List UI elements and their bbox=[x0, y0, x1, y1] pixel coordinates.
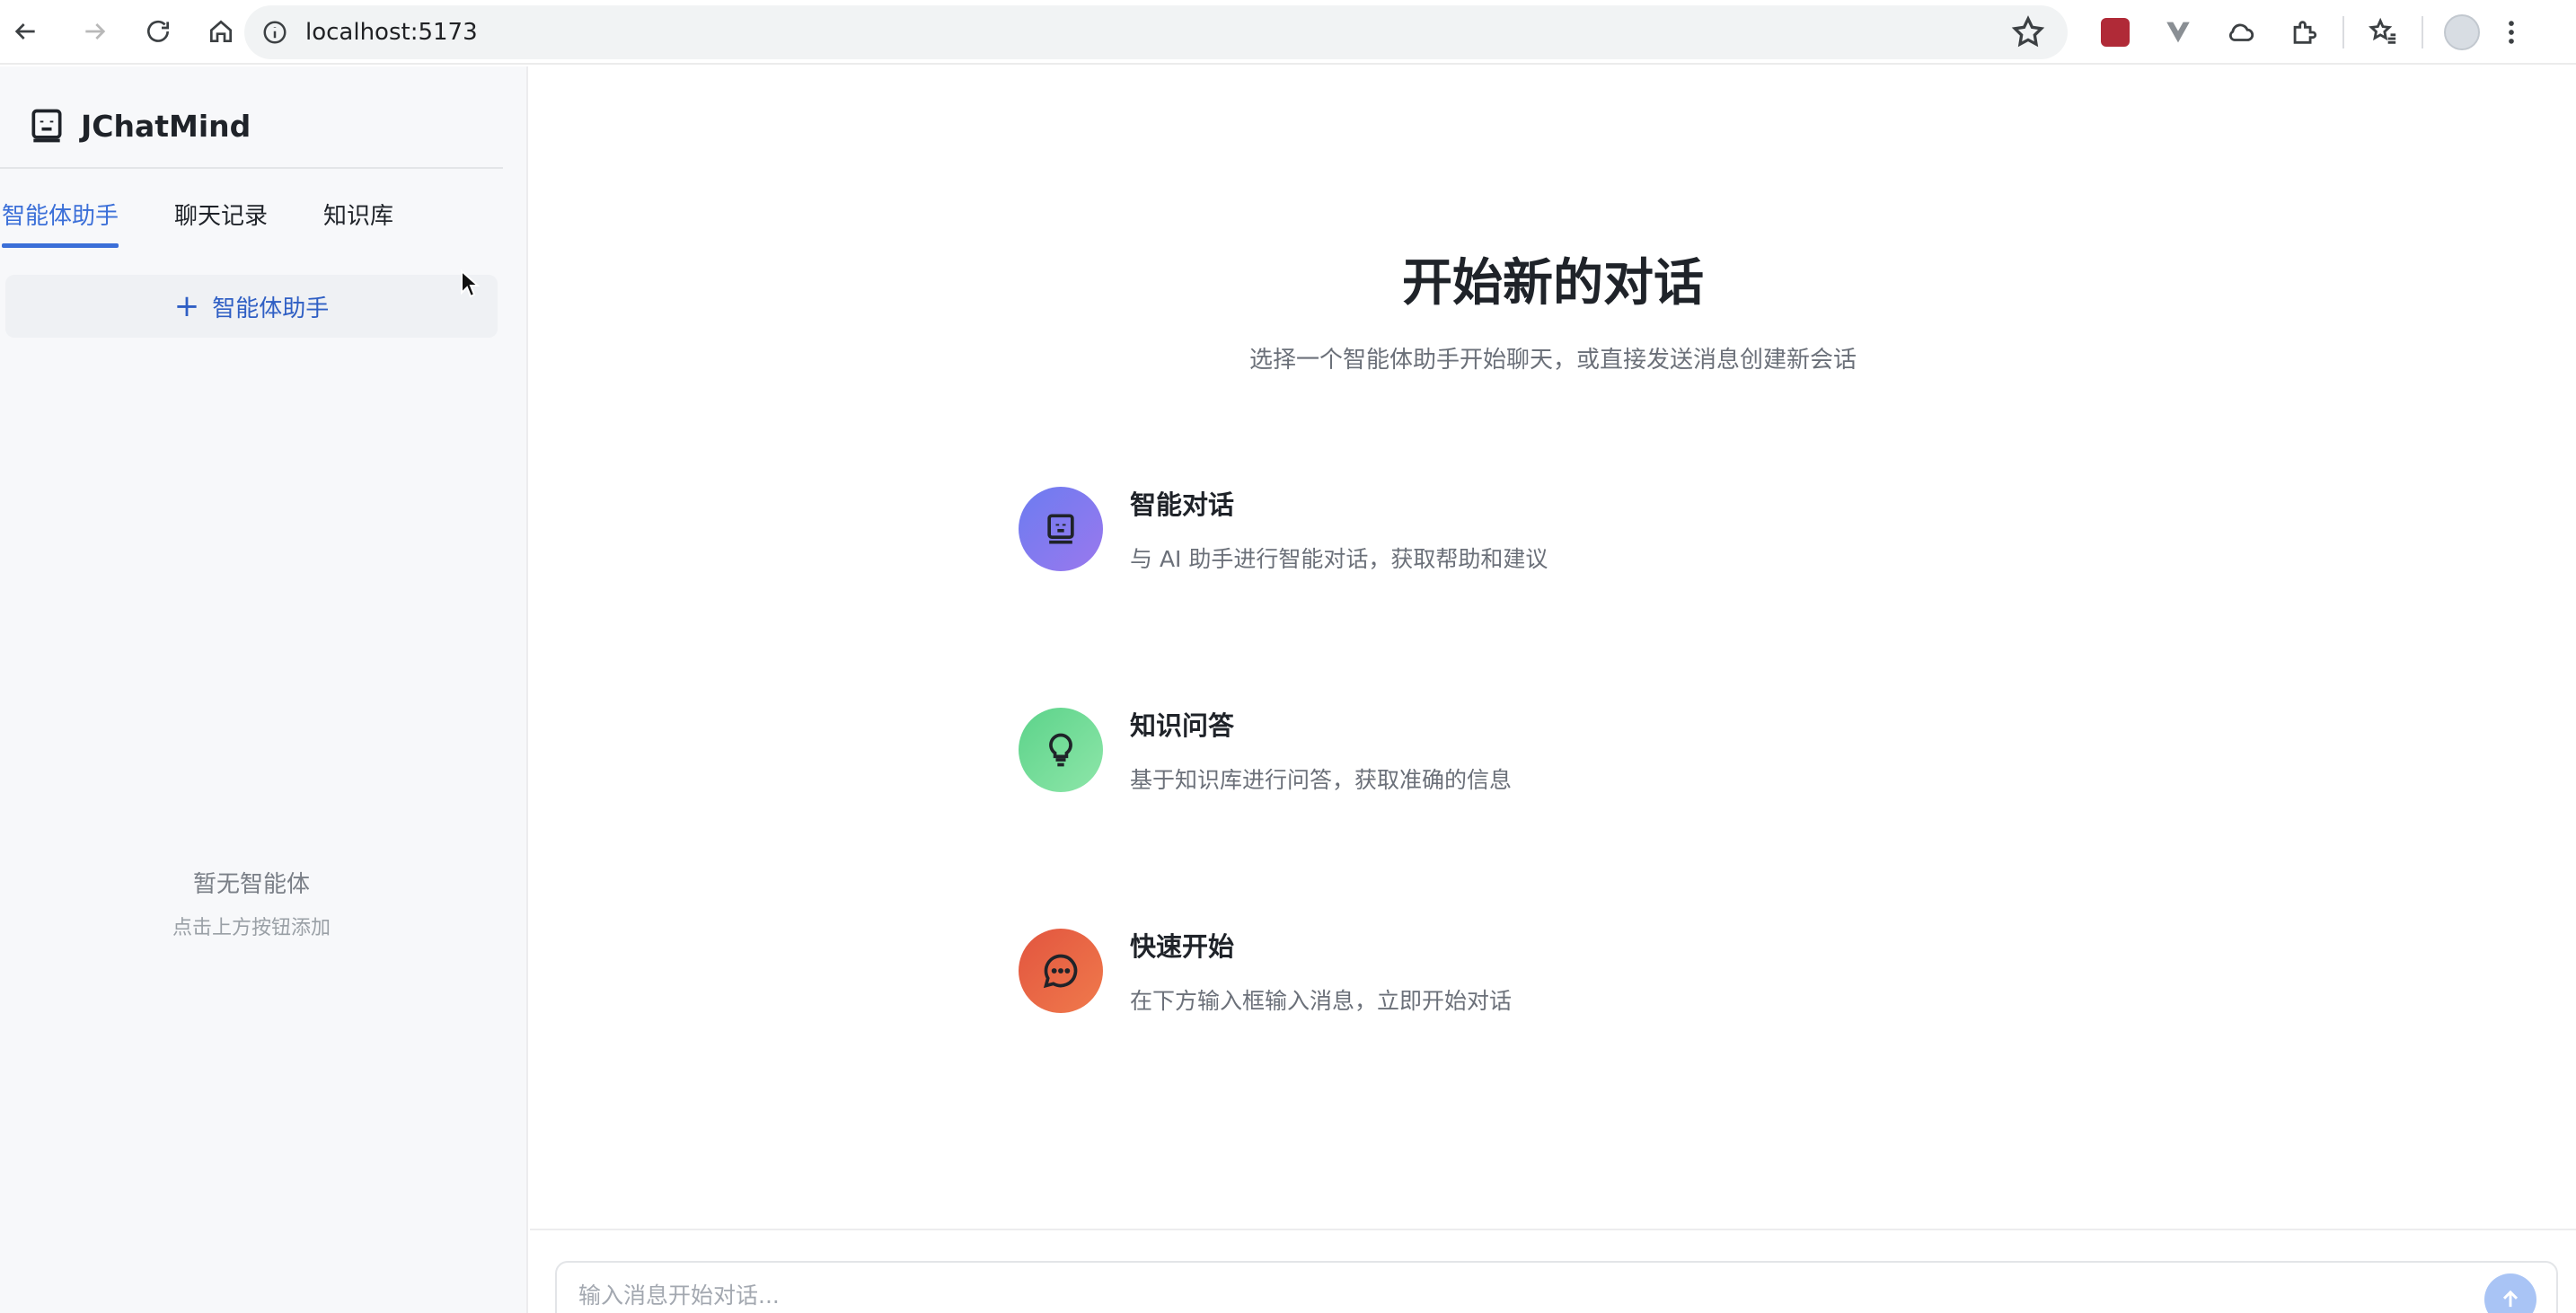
page-subtitle: 选择一个智能体助手开始聊天，或直接发送消息创建新会话 bbox=[1248, 347, 1857, 374]
toolbar-separator bbox=[2342, 16, 2344, 48]
sidebar: JChatMind 智能体助手 聊天记录 知识库 + 智能体助手 暂无智能体 点… bbox=[0, 66, 528, 1313]
page-title: 开始新的对话 bbox=[1402, 254, 1704, 313]
back-button[interactable] bbox=[0, 6, 50, 57]
mouse-cursor-icon bbox=[461, 269, 480, 298]
reload-button[interactable] bbox=[133, 6, 183, 57]
main-panel: 开始新的对话 选择一个智能体助手开始聊天，或直接发送消息创建新会话 智能对话 与… bbox=[530, 66, 2576, 1313]
extension-cloud-icon[interactable] bbox=[2210, 0, 2272, 65]
brand: JChatMind bbox=[27, 99, 251, 153]
tab-chat-history[interactable]: 聊天记录 bbox=[174, 190, 268, 248]
profile-avatar[interactable] bbox=[2430, 0, 2493, 65]
chat-bubble-icon bbox=[1019, 929, 1103, 1013]
reading-list-icon[interactable] bbox=[2351, 0, 2414, 65]
tab-knowledge-base[interactable]: 知识库 bbox=[323, 190, 393, 248]
empty-title: 暂无智能体 bbox=[192, 871, 310, 898]
card-desc: 基于知识库进行问答，获取准确的信息 bbox=[1130, 767, 1513, 793]
home-icon bbox=[210, 20, 232, 42]
arrow-right-icon bbox=[85, 23, 106, 40]
robot-logo-icon bbox=[31, 109, 62, 143]
arrow-left-icon bbox=[14, 23, 35, 40]
browser-menu-icon[interactable] bbox=[2493, 0, 2529, 65]
bulb-icon bbox=[1019, 708, 1103, 792]
bookmark-star-icon[interactable] bbox=[2010, 14, 2046, 50]
extensions-puzzle-icon[interactable] bbox=[2272, 0, 2335, 65]
feature-card-knowledge-qa[interactable]: 知识问答 基于知识库进行问答，获取准确的信息 bbox=[979, 665, 1769, 835]
brand-divider bbox=[0, 167, 503, 169]
extensions-area bbox=[2084, 0, 2529, 65]
tab-agents[interactable]: 智能体助手 bbox=[2, 190, 119, 248]
empty-hint: 点击上方按钮添加 bbox=[172, 917, 331, 939]
robot-icon bbox=[1019, 487, 1103, 571]
add-agent-button[interactable]: + 智能体助手 bbox=[5, 275, 498, 338]
forward-button[interactable] bbox=[70, 6, 120, 57]
toolbar-separator bbox=[2422, 16, 2423, 48]
composer-area bbox=[530, 1229, 2576, 1313]
app-name: JChatMind bbox=[81, 108, 251, 144]
feature-card-quick-start[interactable]: 快速开始 在下方输入框输入消息，立即开始对话 bbox=[979, 886, 1769, 1056]
sidebar-tabs: 智能体助手 聊天记录 知识库 bbox=[0, 190, 449, 248]
card-title: 智能对话 bbox=[1130, 489, 1235, 520]
address-bar[interactable]: localhost:5173 bbox=[244, 5, 2068, 59]
card-title: 快速开始 bbox=[1130, 931, 1235, 962]
reload-icon bbox=[147, 20, 169, 42]
feature-card-smart-chat[interactable]: 智能对话 与 AI 助手进行智能对话，获取帮助和建议 bbox=[979, 444, 1769, 614]
empty-state: 暂无智能体 点击上方按钮添加 bbox=[0, 866, 503, 940]
plus-icon: + bbox=[173, 288, 200, 324]
home-button[interactable] bbox=[196, 6, 246, 57]
card-title: 知识问答 bbox=[1130, 710, 1235, 741]
composer-box bbox=[555, 1261, 2558, 1313]
url-text: localhost:5173 bbox=[305, 19, 478, 46]
card-desc: 在下方输入框输入消息，立即开始对话 bbox=[1130, 988, 1513, 1014]
message-input[interactable] bbox=[578, 1275, 2375, 1313]
extension-red-icon[interactable] bbox=[2084, 0, 2147, 65]
send-button[interactable] bbox=[2484, 1273, 2536, 1313]
extension-vue-icon[interactable] bbox=[2147, 0, 2210, 65]
site-info-icon[interactable] bbox=[257, 14, 293, 50]
browser-toolbar: localhost:5173 bbox=[0, 0, 2576, 65]
card-desc: 与 AI 助手进行智能对话，获取帮助和建议 bbox=[1130, 546, 1548, 572]
add-agent-label: 智能体助手 bbox=[212, 295, 330, 322]
arrow-up-icon bbox=[2502, 1290, 2519, 1308]
